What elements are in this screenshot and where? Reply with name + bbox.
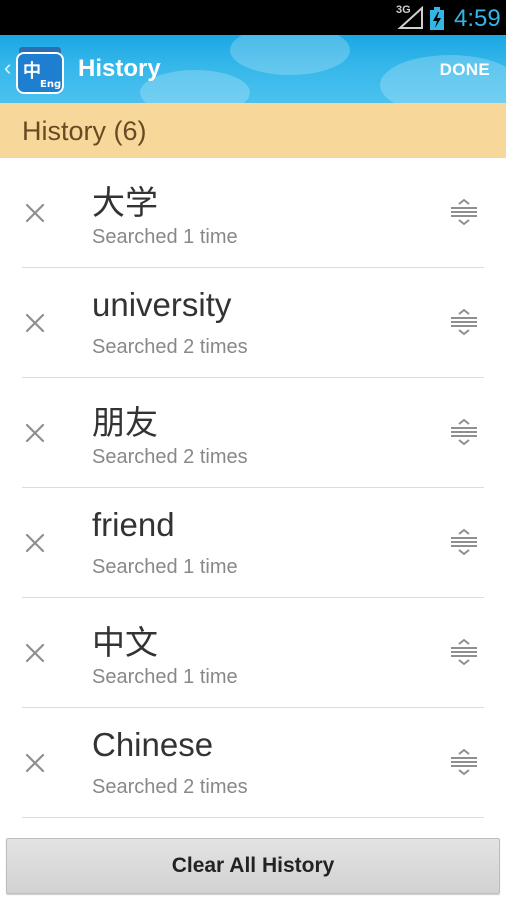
app-icon-sub: Eng: [40, 79, 61, 90]
history-section-header: History (6): [0, 103, 506, 158]
signal-icon: [397, 6, 423, 29]
app-icon-char: 中: [23, 60, 41, 82]
list-item[interactable]: 大学 Searched 1 time: [0, 158, 506, 268]
remove-icon[interactable]: [24, 532, 46, 554]
drag-handle-icon[interactable]: [449, 418, 479, 446]
history-list: 大学 Searched 1 time university Searched 2…: [0, 158, 506, 818]
app-dictionary-icon: 中 Eng: [16, 47, 64, 94]
row-divider: [22, 817, 484, 818]
cloud-decoration: [230, 35, 350, 75]
list-item[interactable]: 中文 Searched 1 time: [0, 598, 506, 708]
drag-handle-icon[interactable]: [449, 308, 479, 336]
remove-icon[interactable]: [24, 202, 46, 224]
list-item[interactable]: university Searched 2 times: [0, 268, 506, 378]
drag-handle-icon[interactable]: [449, 748, 479, 776]
search-count: Searched 2 times: [92, 776, 248, 798]
drag-handle-icon[interactable]: [449, 638, 479, 666]
clock: 4:59: [454, 5, 501, 32]
action-bar: ‹ 中 Eng History DONE: [0, 35, 506, 103]
done-button[interactable]: DONE: [440, 60, 490, 80]
list-item[interactable]: Chinese Searched 2 times: [0, 708, 506, 818]
history-count-title: History (6): [22, 116, 147, 146]
history-word: university: [92, 286, 232, 323]
battery-charging-icon: [430, 7, 444, 30]
chevron-left-icon: ‹: [4, 55, 12, 80]
search-count: Searched 2 times: [92, 336, 248, 358]
history-word: friend: [92, 506, 175, 543]
remove-icon[interactable]: [24, 312, 46, 334]
search-count: Searched 1 time: [92, 556, 238, 578]
screen-title: History: [78, 55, 161, 82]
remove-icon[interactable]: [24, 642, 46, 664]
list-item[interactable]: 朋友 Searched 2 times: [0, 378, 506, 488]
clear-all-history-label: Clear All History: [171, 854, 335, 877]
list-item[interactable]: friend Searched 1 time: [0, 488, 506, 598]
drag-handle-icon[interactable]: [449, 198, 479, 226]
search-count: Searched 1 time: [92, 226, 238, 248]
search-count: Searched 2 times: [92, 446, 248, 468]
history-word: 大学: [92, 184, 158, 221]
history-word: 中文: [92, 624, 158, 661]
up-navigation[interactable]: ‹ 中 Eng: [0, 35, 70, 103]
history-word: 朋友: [92, 404, 158, 441]
search-count: Searched 1 time: [92, 666, 238, 688]
remove-icon[interactable]: [24, 422, 46, 444]
remove-icon[interactable]: [24, 752, 46, 774]
status-bar: 3G 4:59: [0, 0, 506, 35]
history-word: Chinese: [92, 726, 214, 763]
drag-handle-icon[interactable]: [449, 528, 479, 556]
clear-all-history-button[interactable]: Clear All History: [6, 838, 500, 894]
